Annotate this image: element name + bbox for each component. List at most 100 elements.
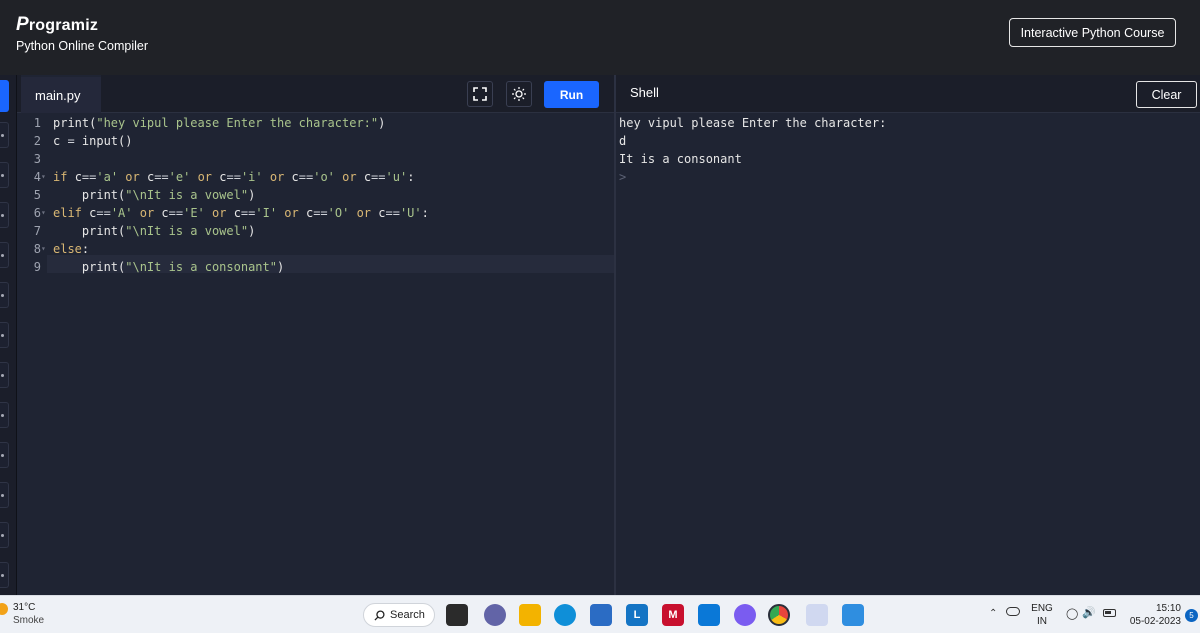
editor-toolbar: main.py Run <box>17 75 614 113</box>
app-blue-icon[interactable] <box>698 604 720 626</box>
code-token: == <box>371 170 386 184</box>
code-token: "hey vipul please Enter the character:" <box>96 116 379 130</box>
sidebar-language-item[interactable] <box>0 482 9 508</box>
weather-description[interactable]: Smoke <box>13 615 44 626</box>
shell-output-line: hey vipul please Enter the character: <box>619 116 887 130</box>
page-subtitle: Python Online Compiler <box>16 39 149 53</box>
chevron-up-icon[interactable]: ⌃ <box>989 608 997 619</box>
code-token: 'O' <box>327 206 350 220</box>
sidebar-language-item[interactable] <box>0 122 9 148</box>
lens-icon[interactable]: L <box>626 604 648 626</box>
system-clock[interactable]: 15:10 05-02-2023 <box>1126 602 1181 628</box>
shell-toolbar: Shell Clear <box>616 75 1200 113</box>
sidebar-item-python[interactable] <box>0 80 9 112</box>
interactive-course-button[interactable]: Interactive Python Course <box>1009 18 1176 47</box>
code-token: ) <box>378 116 386 130</box>
windows-taskbar: 31°C Smoke Search LM ⌃ ENG IN ◯ 🔊 15:10 … <box>0 595 1200 633</box>
code-token: 'A' <box>110 206 133 220</box>
weather-icon[interactable] <box>0 603 8 615</box>
sidebar-language-item[interactable] <box>0 282 9 308</box>
code-token: == <box>154 170 169 184</box>
fold-arrow-icon[interactable]: ▾ <box>41 168 51 186</box>
code-line[interactable]: 9 print("\nIt is a consonant") <box>17 258 614 276</box>
clear-button[interactable]: Clear <box>1136 81 1197 108</box>
shell-prompt[interactable]: > <box>619 168 626 186</box>
language-indicator[interactable]: ENG IN <box>1031 602 1053 628</box>
taskbar-search[interactable]: Search <box>363 603 435 627</box>
code-text: else: <box>53 240 89 258</box>
edge-icon[interactable] <box>554 604 576 626</box>
shell-output-line: d <box>619 134 627 148</box>
shell-output-line: It is a consonant <box>619 152 742 166</box>
file-explorer-icon[interactable] <box>519 604 541 626</box>
sidebar-language-item[interactable] <box>0 402 9 428</box>
code-token: 'o' <box>313 170 335 184</box>
notification-badge[interactable]: 5 <box>1185 609 1198 622</box>
weather-temperature[interactable]: 31°C <box>13 602 35 613</box>
task-view-icon[interactable] <box>446 604 468 626</box>
fold-arrow-icon[interactable]: ▾ <box>41 204 51 222</box>
programiz-logo[interactable]: Programiz <box>16 14 98 36</box>
code-line[interactable]: 6 ▾ elif c=='A' or c=='E' or c=='I' or c==… <box>17 204 614 222</box>
code-token: 'I' <box>255 206 278 220</box>
tab-main-py[interactable]: main.py <box>21 75 101 113</box>
sidebar-item-icon <box>1 334 4 337</box>
code-line[interactable]: 8 ▾ else: <box>17 240 614 258</box>
code-token: or <box>132 206 162 220</box>
volume-icon[interactable]: 🔊 <box>1082 606 1096 619</box>
code-line[interactable]: 5 print("\nIt is a vowel") <box>17 186 614 204</box>
sidebar-language-item[interactable] <box>0 522 9 548</box>
sidebar-language-item[interactable] <box>0 562 9 588</box>
shell-output[interactable]: hey vipul please Enter the character: d It… <box>616 113 1200 595</box>
code-token: == <box>96 206 111 220</box>
fullscreen-button[interactable] <box>467 81 493 107</box>
code-token: 'E' <box>183 206 205 220</box>
sidebar-item-icon <box>1 494 4 497</box>
logo-text: rogramiz <box>28 17 99 34</box>
search-label: Search <box>390 609 425 621</box>
copilot-icon[interactable] <box>734 604 756 626</box>
code-line[interactable]: 2c = input() <box>17 132 614 150</box>
sidebar-item-icon <box>1 294 4 297</box>
start-icon[interactable] <box>328 605 348 625</box>
code-token: == <box>168 206 184 220</box>
wifi-icon[interactable]: ◯ <box>1066 607 1078 620</box>
code-line[interactable]: 4 ▾ if c=='a' or c=='e' or c=='i' or c=='o… <box>17 168 614 186</box>
code-token: print( <box>53 188 126 202</box>
sidebar-language-item[interactable] <box>0 242 9 268</box>
code-token: print( <box>53 116 97 130</box>
store-icon[interactable] <box>590 604 612 626</box>
code-line[interactable]: 7 print("\nIt is a vowel") <box>17 222 614 240</box>
code-token: if <box>53 170 75 184</box>
code-editor[interactable]: 1 print("hey vipul please Enter the chara… <box>17 113 614 595</box>
clock-date: 05-02-2023 <box>1129 616 1181 627</box>
mcafee-icon[interactable]: M <box>662 604 684 626</box>
code-line[interactable]: 3 <box>17 150 614 168</box>
code-token: else <box>53 242 82 256</box>
code-token: "\nIt is a consonant" <box>125 260 277 274</box>
fold-arrow-icon[interactable]: ▾ <box>41 240 51 258</box>
sidebar-language-item[interactable] <box>0 322 9 348</box>
code-token: or <box>118 170 147 184</box>
sidebar-language-item[interactable] <box>0 362 9 388</box>
onedrive-icon[interactable] <box>1006 607 1020 616</box>
sidebar-language-item[interactable] <box>0 442 9 468</box>
code-token: : <box>407 170 415 184</box>
battery-icon[interactable] <box>1103 609 1116 617</box>
sidebar-language-item[interactable] <box>0 202 9 228</box>
run-button[interactable]: Run <box>544 81 599 108</box>
code-token: == <box>240 206 256 220</box>
theme-toggle-button[interactable] <box>506 81 532 107</box>
code-token: 'u' <box>385 170 408 184</box>
photos-icon[interactable] <box>842 604 864 626</box>
code-line[interactable]: 1 print("hey vipul please Enter the chara… <box>17 114 614 132</box>
line-number: 7 <box>33 224 41 238</box>
chat-icon[interactable] <box>484 604 506 626</box>
snipping-tool-icon[interactable] <box>806 604 828 626</box>
code-token: or <box>204 206 234 220</box>
code-token: 'a' <box>96 170 119 184</box>
sidebar-language-item[interactable] <box>0 162 9 188</box>
code-token: 'i' <box>240 170 263 184</box>
search-icon <box>374 609 385 621</box>
chrome-icon[interactable] <box>768 604 790 626</box>
